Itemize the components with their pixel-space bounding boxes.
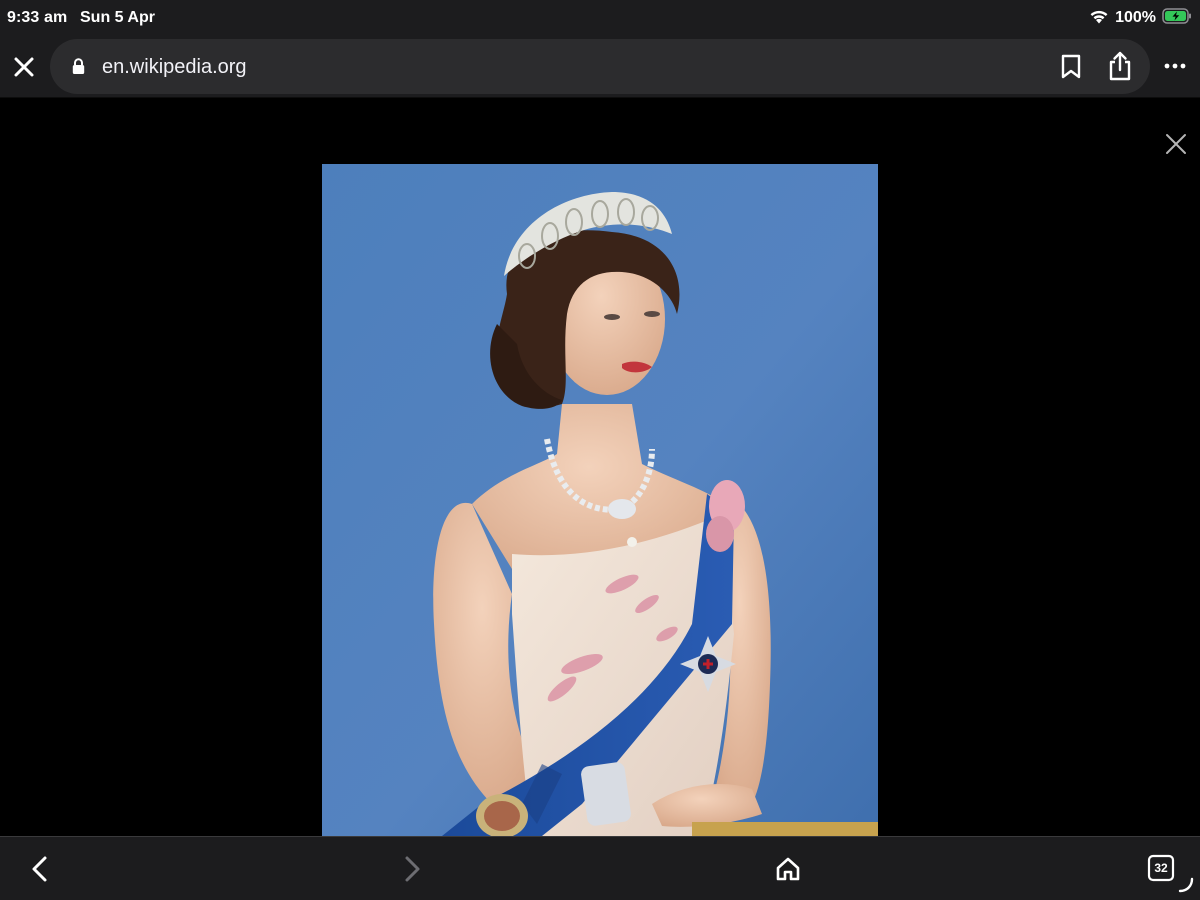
status-indicators: 100% <box>1089 7 1192 29</box>
tabs-button[interactable]: 32 <box>1146 853 1178 885</box>
share-icon[interactable] <box>1103 48 1137 84</box>
bottom-toolbar: 32 <box>0 836 1200 900</box>
more-icon[interactable] <box>1158 56 1192 76</box>
tabs-count: 32 <box>1154 861 1168 875</box>
bookmark-icon[interactable] <box>1056 50 1086 84</box>
corner-indicator <box>1178 877 1194 898</box>
close-icon[interactable] <box>8 51 40 83</box>
browser-toolbar: en.wikipedia.org <box>0 36 1200 98</box>
address-bar[interactable]: en.wikipedia.org <box>50 39 1150 94</box>
close-icon[interactable] <box>1160 128 1192 160</box>
home-icon[interactable] <box>770 851 806 887</box>
battery-charging-icon <box>1162 7 1192 29</box>
status-bar: 9:33 am Sun 5 Apr 100% <box>0 0 1200 36</box>
image-viewer <box>0 98 1200 836</box>
portrait-photo[interactable] <box>322 164 878 836</box>
status-date: Sun 5 Apr <box>80 9 155 26</box>
wifi-icon <box>1089 8 1109 29</box>
status-time: 9:33 am <box>7 9 68 26</box>
lock-icon <box>72 58 85 80</box>
battery-percentage: 100% <box>1115 9 1156 26</box>
chevron-right-icon[interactable] <box>396 851 430 887</box>
url-text[interactable]: en.wikipedia.org <box>102 56 247 79</box>
chevron-left-icon[interactable] <box>22 851 56 887</box>
